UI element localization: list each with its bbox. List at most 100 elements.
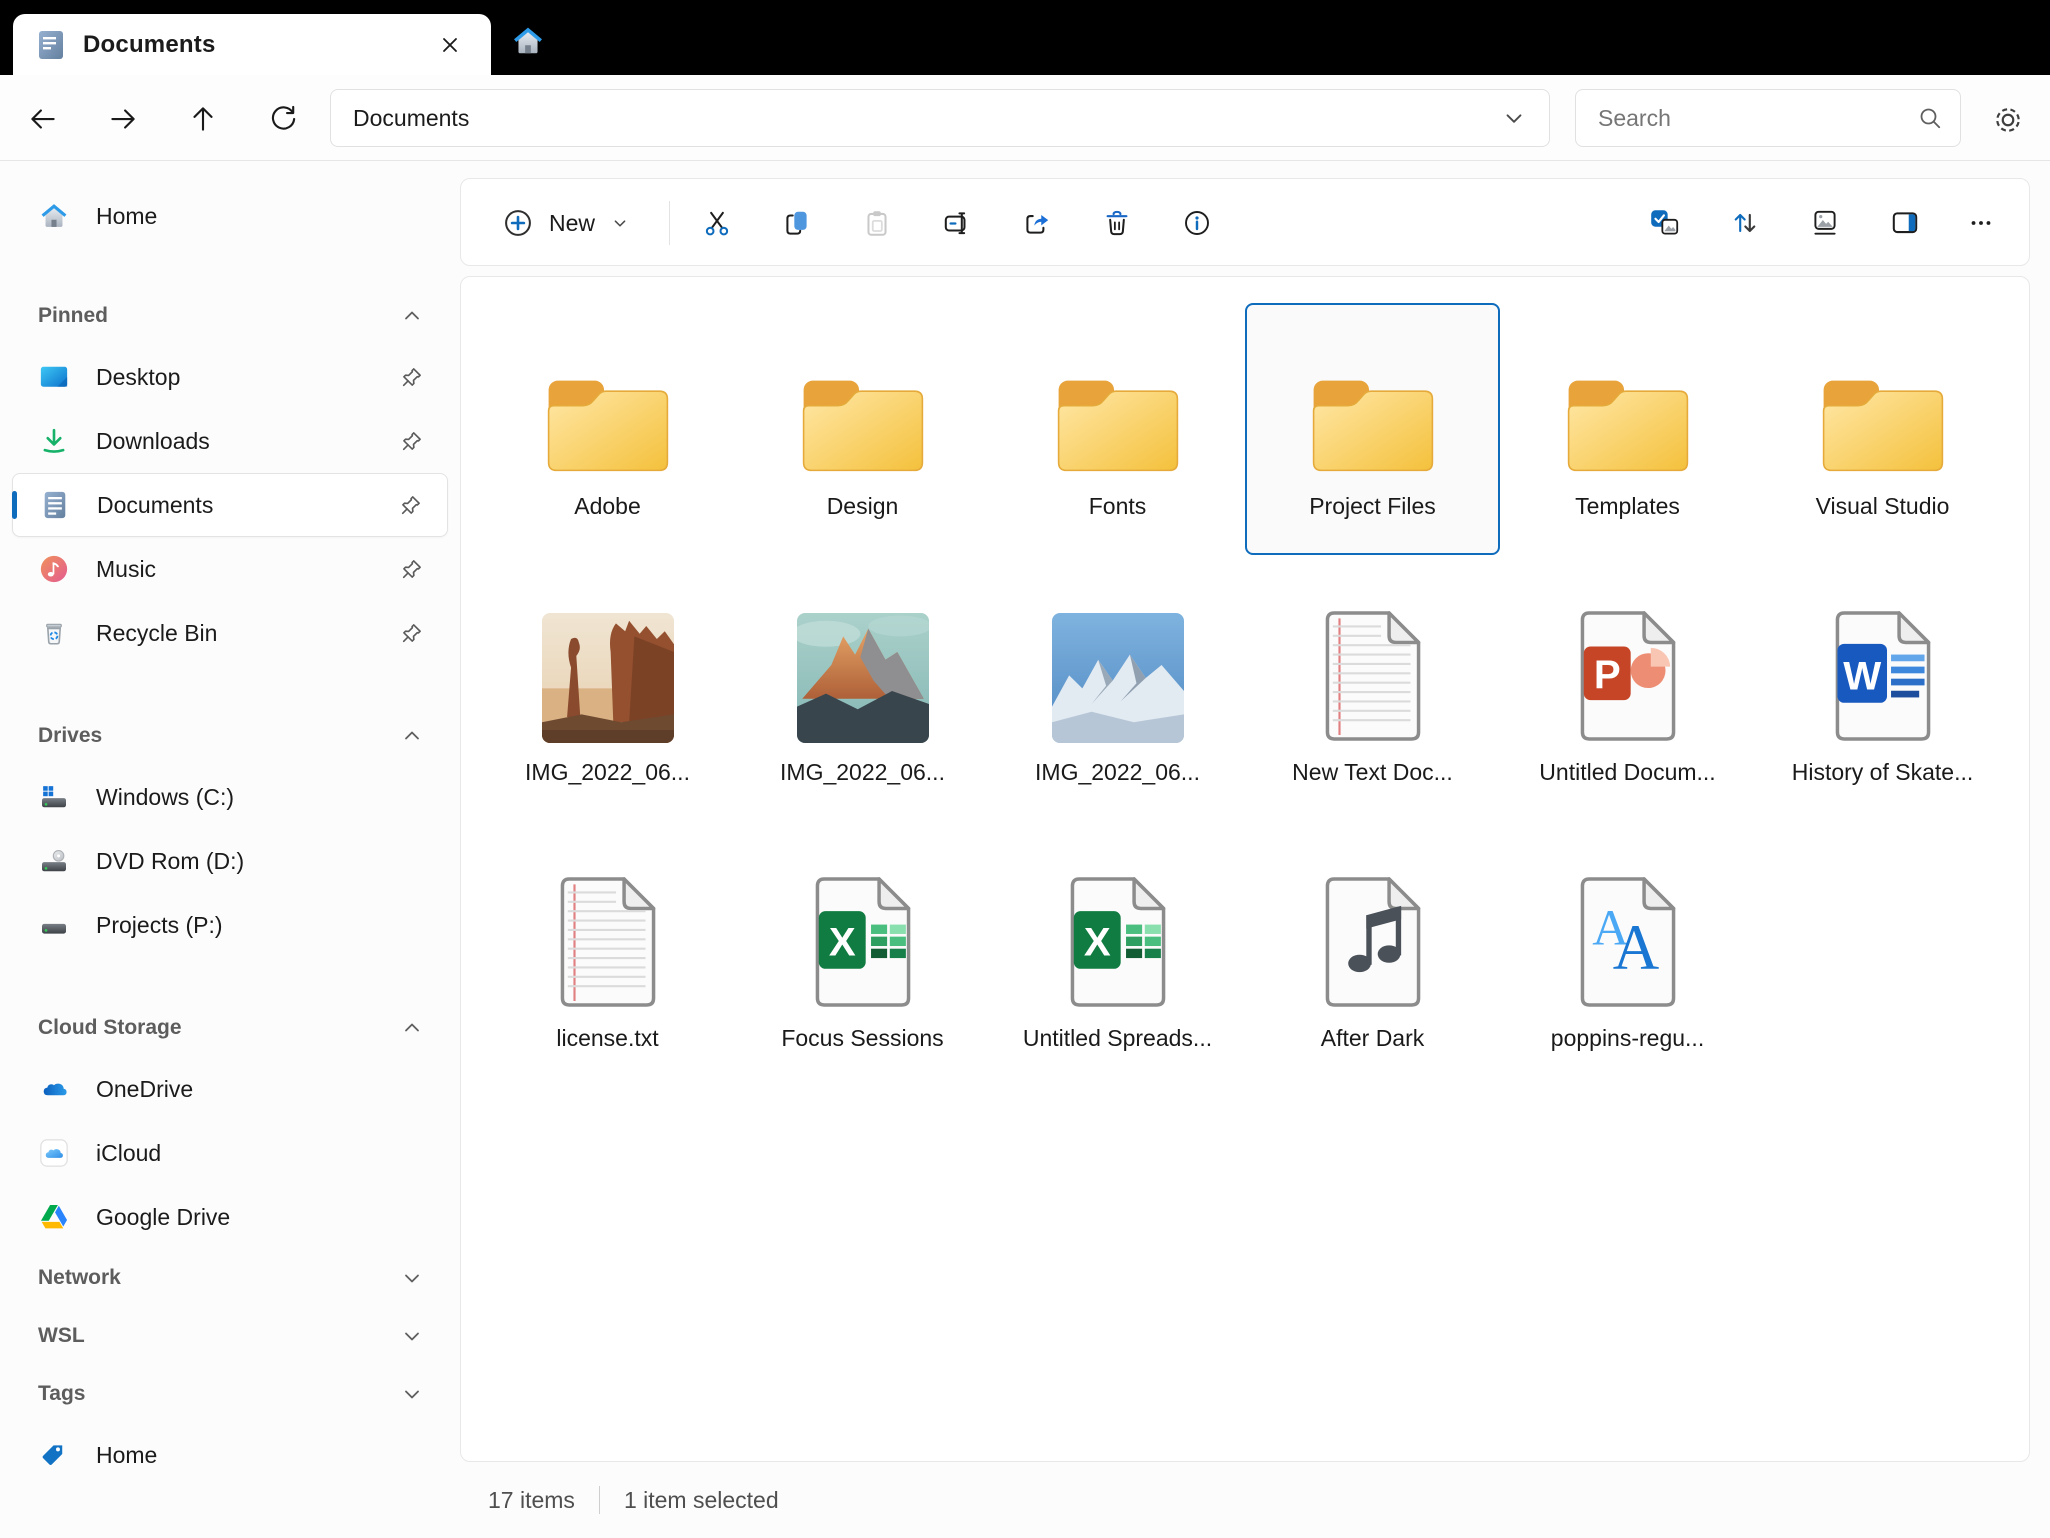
sidebar-item-music[interactable]: Music <box>12 537 448 601</box>
recycle-bin-icon <box>38 617 70 649</box>
file-tile-audio[interactable]: After Dark <box>1245 835 1500 1087</box>
sidebar: Home Pinned Desktop Downloads Documents … <box>0 161 460 1538</box>
file-label: Adobe <box>574 493 641 519</box>
file-tile-powerpoint[interactable]: Untitled Docum... <box>1500 569 1755 821</box>
folder-icon <box>1307 305 1439 483</box>
info-icon[interactable] <box>1169 195 1225 251</box>
excel-file-icon <box>1067 837 1169 1015</box>
sidebar-item-projects-p[interactable]: Projects (P:) <box>12 893 448 957</box>
tab-title: Documents <box>83 30 216 58</box>
section-header-network[interactable]: Network <box>0 1249 460 1307</box>
file-tile-excel[interactable]: Untitled Spreads... <box>990 835 1245 1087</box>
status-divider <box>598 1486 600 1514</box>
sidebar-item-home[interactable]: Home <box>12 187 448 245</box>
close-icon[interactable] <box>433 28 467 62</box>
selection-count: 1 item selected <box>623 1486 779 1513</box>
section-header-wsl[interactable]: WSL <box>0 1307 460 1365</box>
home-tab-icon[interactable] <box>508 21 548 61</box>
rename-icon[interactable] <box>929 195 985 251</box>
back-icon[interactable] <box>24 100 62 138</box>
section-label: Cloud Storage <box>38 1016 182 1039</box>
sidebar-item-recycle-bin[interactable]: Recycle Bin <box>12 601 448 665</box>
delete-icon[interactable] <box>1089 195 1145 251</box>
section-header-cloud-storage[interactable]: Cloud Storage <box>0 999 460 1057</box>
pin-icon[interactable] <box>399 493 423 517</box>
file-tile-folder[interactable]: Visual Studio <box>1755 303 2010 555</box>
section-header-tags[interactable]: Tags <box>0 1365 460 1423</box>
file-label: Focus Sessions <box>781 1025 944 1051</box>
search-input[interactable] <box>1596 103 1916 133</box>
file-tile-image[interactable]: IMG_2022_06... <box>990 569 1245 821</box>
file-tile-folder[interactable]: Design <box>735 303 990 555</box>
file-label: license.txt <box>556 1025 659 1051</box>
section-header-pinned[interactable]: Pinned <box>0 287 460 345</box>
paste-icon[interactable] <box>849 195 905 251</box>
file-label: After Dark <box>1320 1025 1425 1051</box>
share-icon[interactable] <box>1009 195 1065 251</box>
address-bar[interactable]: Documents <box>330 89 1550 147</box>
sidebar-item-label: DVD Rom (D:) <box>96 847 245 874</box>
file-tile-folder[interactable]: Fonts <box>990 303 1245 555</box>
titlebar: Documents <box>0 0 2050 75</box>
sidebar-item-dvd-d[interactable]: DVD Rom (D:) <box>12 829 448 893</box>
view-icon[interactable] <box>1797 195 1853 251</box>
section-header-drives[interactable]: Drives <box>0 707 460 765</box>
file-label: IMG_2022_06... <box>780 759 945 785</box>
pin-icon[interactable] <box>400 621 424 645</box>
sort-icon[interactable] <box>1717 195 1773 251</box>
chevron-up-icon[interactable] <box>400 1016 424 1040</box>
cut-icon[interactable] <box>689 195 745 251</box>
chevron-down-icon[interactable] <box>400 1382 424 1406</box>
refresh-icon[interactable] <box>264 100 302 138</box>
chevron-down-icon[interactable] <box>400 1266 424 1290</box>
folder-icon <box>1817 305 1949 483</box>
sidebar-item-label: Downloads <box>96 427 210 454</box>
sidebar-item-desktop[interactable]: Desktop <box>12 345 448 409</box>
sidebar-item-tag-home[interactable]: Home <box>12 1423 448 1487</box>
file-tile-folder-selected[interactable]: Project Files <box>1245 303 1500 555</box>
copy-icon[interactable] <box>769 195 825 251</box>
text-file-icon <box>1322 571 1424 749</box>
panel-icon[interactable] <box>1877 195 1933 251</box>
search-icon[interactable] <box>1916 104 1944 132</box>
sidebar-item-onedrive[interactable]: OneDrive <box>12 1057 448 1121</box>
sidebar-item-downloads[interactable]: Downloads <box>12 409 448 473</box>
plus-circle-icon <box>501 206 535 240</box>
new-button[interactable]: New <box>483 193 649 253</box>
file-tile-font[interactable]: poppins-regu... <box>1500 835 1755 1087</box>
chevron-down-icon[interactable] <box>1501 105 1527 131</box>
gear-icon[interactable] <box>1988 100 2028 140</box>
sidebar-item-documents[interactable]: Documents <box>12 473 448 537</box>
file-grid: Adobe Design Fonts Project Files Templat… <box>480 303 2010 1091</box>
up-icon[interactable] <box>184 100 222 138</box>
file-tile-text[interactable]: New Text Doc... <box>1245 569 1500 821</box>
excel-file-icon <box>812 837 914 1015</box>
chevron-up-icon[interactable] <box>400 724 424 748</box>
chevron-down-icon[interactable] <box>400 1324 424 1348</box>
file-tile-folder[interactable]: Templates <box>1500 303 1755 555</box>
forward-icon[interactable] <box>104 100 142 138</box>
file-tile-word[interactable]: History of Skate... <box>1755 569 2010 821</box>
sidebar-item-icloud[interactable]: iCloud <box>12 1121 448 1185</box>
tab-documents[interactable]: Documents <box>13 14 491 75</box>
sidebar-item-google-drive[interactable]: Google Drive <box>12 1185 448 1249</box>
icloud-icon <box>38 1137 70 1169</box>
sidebar-item-label: iCloud <box>96 1139 162 1166</box>
file-label: New Text Doc... <box>1292 759 1453 785</box>
file-tile-image[interactable]: IMG_2022_06... <box>480 569 735 821</box>
address-text: Documents <box>353 104 470 131</box>
chevron-up-icon[interactable] <box>400 304 424 328</box>
more-icon[interactable] <box>1953 195 2009 251</box>
pin-icon[interactable] <box>400 365 424 389</box>
pin-icon[interactable] <box>400 557 424 581</box>
section-label: Network <box>38 1266 121 1289</box>
pin-icon[interactable] <box>400 429 424 453</box>
file-tile-image[interactable]: IMG_2022_06... <box>735 569 990 821</box>
select-all-icon[interactable] <box>1637 195 1693 251</box>
file-label: Untitled Spreads... <box>1022 1025 1213 1051</box>
sidebar-item-label: Documents <box>97 491 214 518</box>
sidebar-item-windows-c[interactable]: Windows (C:) <box>12 765 448 829</box>
file-tile-excel[interactable]: Focus Sessions <box>735 835 990 1087</box>
file-tile-folder[interactable]: Adobe <box>480 303 735 555</box>
file-tile-text[interactable]: license.txt <box>480 835 735 1087</box>
